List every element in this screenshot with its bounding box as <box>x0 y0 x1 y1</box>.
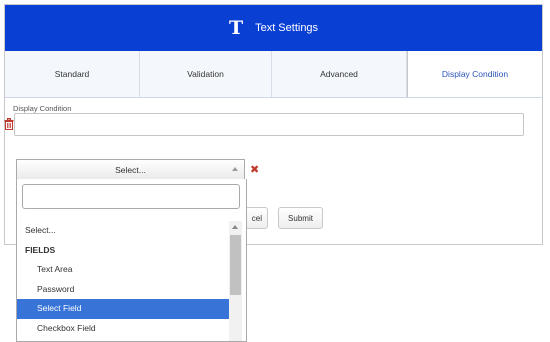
option-password[interactable]: Password <box>17 280 230 300</box>
option-checkbox-field[interactable]: Checkbox Field <box>17 319 230 339</box>
scroll-up-icon[interactable] <box>232 225 238 229</box>
tab-bar: Standard Validation Advanced Display Con… <box>5 51 542 98</box>
submit-button[interactable]: Submit <box>278 207 323 229</box>
display-condition-input[interactable] <box>14 113 524 136</box>
tab-standard[interactable]: Standard <box>5 51 140 97</box>
option-text-area[interactable]: Text Area <box>17 260 230 280</box>
option-select-field[interactable]: Select Field <box>17 299 230 319</box>
chevron-up-icon <box>232 167 238 171</box>
trash-icon[interactable] <box>4 118 14 130</box>
dropdown-options: Select... FIELDS Text Area Password Sele… <box>17 221 230 338</box>
text-icon: T <box>228 16 244 39</box>
panel-header: T Text Settings <box>5 5 542 51</box>
close-icon[interactable]: ✖ <box>250 163 259 176</box>
display-condition-label: Display Condition <box>13 104 72 113</box>
dropdown-scrollbar[interactable] <box>229 221 242 341</box>
cancel-button-label: cel <box>251 213 262 223</box>
tab-display-condition[interactable]: Display Condition <box>407 51 542 97</box>
panel-title: Text Settings <box>255 22 319 34</box>
select-value: Select... <box>115 165 146 175</box>
option-group-fields: FIELDS <box>25 244 56 255</box>
field-select[interactable]: Select... <box>16 159 245 181</box>
scroll-thumb[interactable] <box>230 235 241 295</box>
tab-validation[interactable]: Validation <box>140 51 272 97</box>
select-dropdown: Select... FIELDS Text Area Password Sele… <box>16 179 247 342</box>
tab-advanced[interactable]: Advanced <box>272 51 407 97</box>
option-select[interactable]: Select... <box>17 221 230 241</box>
dropdown-search-input[interactable] <box>22 184 240 209</box>
